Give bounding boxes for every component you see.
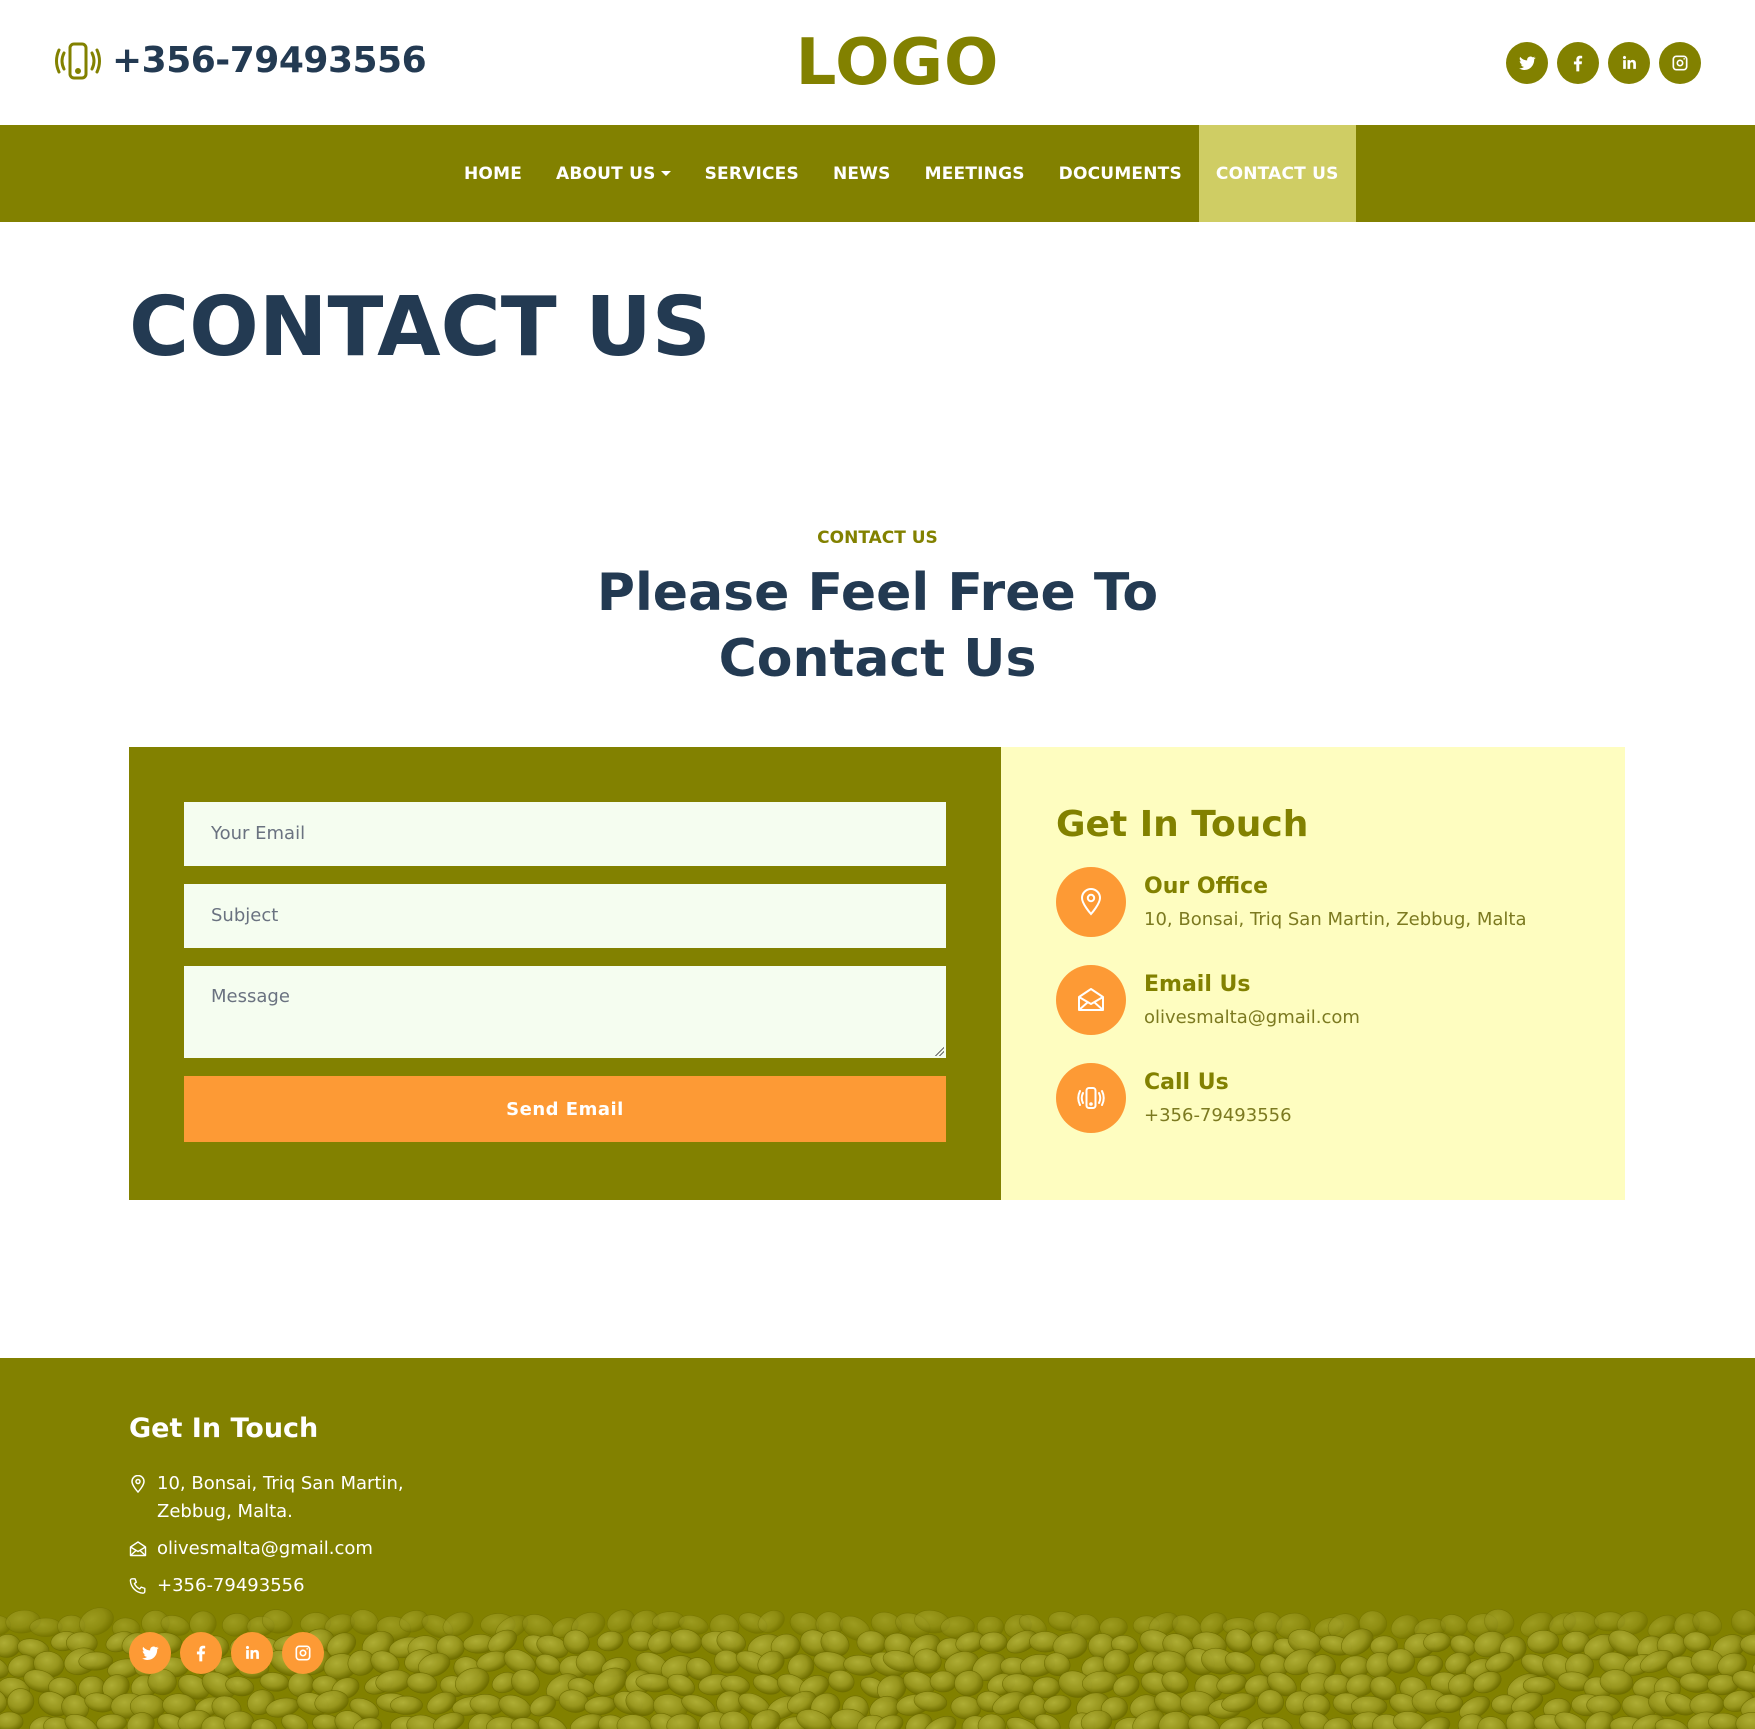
olive-shape	[977, 1713, 1006, 1729]
info-item-email: Email Us olivesmalta@gmail.com	[1056, 965, 1570, 1035]
footer-email-text: olivesmalta@gmail.com	[157, 1538, 373, 1559]
page-title: CONTACT US	[129, 280, 711, 375]
twitter-icon[interactable]	[1506, 42, 1548, 84]
nav-item-contact-us[interactable]: CONTACT US	[1198, 125, 1356, 222]
phone-vibrate-icon	[1056, 1063, 1126, 1133]
twitter-icon[interactable]	[129, 1632, 171, 1674]
section-title-line2: Contact Us	[718, 629, 1037, 689]
footer-address-line2: Zebbug, Malta.	[157, 1501, 293, 1522]
footer-email[interactable]: olivesmalta@gmail.com	[129, 1535, 373, 1563]
olive-shape	[584, 1696, 617, 1716]
resize-handle-icon[interactable]	[934, 1046, 944, 1056]
olive-shape	[390, 1695, 423, 1715]
header-social-links	[1506, 42, 1701, 84]
nav-item-news[interactable]: NEWS	[816, 125, 908, 222]
footer-address-line1: 10, Bonsai, Triq San Martin,	[157, 1473, 404, 1494]
footer-social-links	[129, 1632, 324, 1674]
footer: Get In Touch 10, Bonsai, Triq San Martin…	[0, 1358, 1755, 1729]
nav-item-services[interactable]: SERVICES	[688, 125, 816, 222]
subject-input[interactable]: Subject	[184, 884, 946, 948]
envelope-icon	[1056, 965, 1126, 1035]
phone-icon	[129, 1578, 146, 1594]
section-eyebrow: CONTACT US	[817, 528, 938, 548]
olive-shape	[929, 1670, 957, 1693]
nav-item-about-us-label: ABOUT US	[556, 163, 656, 184]
message-textarea[interactable]: Message	[184, 966, 946, 1058]
olive-shape	[979, 1631, 1008, 1653]
linkedin-icon[interactable]	[1608, 42, 1650, 84]
olive-shape	[1735, 1711, 1755, 1729]
facebook-icon[interactable]	[1557, 42, 1599, 84]
contact-info-title: Get In Touch	[1056, 804, 1309, 845]
caret-down-icon	[660, 171, 671, 176]
section-title: Please Feel Free To Contact Us	[0, 560, 1755, 692]
info-call-text[interactable]: +356-79493556	[1144, 1105, 1292, 1126]
linkedin-icon[interactable]	[231, 1632, 273, 1674]
info-email-heading: Email Us	[1144, 972, 1251, 997]
section-title-line1: Please Feel Free To	[596, 563, 1159, 623]
footer-title: Get In Touch	[129, 1413, 319, 1444]
info-item-call: Call Us +356-79493556	[1056, 1063, 1570, 1133]
olive-shape	[7, 1688, 35, 1715]
info-item-office: Our Office 10, Bonsai, Triq San Martin, …	[1056, 867, 1570, 937]
info-office-text: 10, Bonsai, Triq San Martin, Zebbug, Mal…	[1144, 909, 1527, 930]
contact-form: Your Email Subject Message Send Email	[129, 747, 1001, 1200]
map-pin-icon	[131, 1475, 145, 1493]
olive-shape	[1739, 1633, 1755, 1657]
info-email-text[interactable]: olivesmalta@gmail.com	[1144, 1007, 1360, 1028]
instagram-icon[interactable]	[282, 1632, 324, 1674]
olive-shape	[1261, 1716, 1293, 1729]
email-input[interactable]: Your Email	[184, 802, 946, 866]
info-office-heading: Our Office	[1144, 874, 1269, 899]
nav-item-about-us[interactable]: ABOUT US	[539, 125, 688, 222]
info-call-heading: Call Us	[1144, 1070, 1229, 1095]
message-placeholder: Message	[211, 986, 290, 1007]
nav-item-meetings[interactable]: MEETINGS	[908, 125, 1042, 222]
map-pin-icon	[1056, 867, 1126, 937]
send-email-button[interactable]: Send Email	[184, 1076, 946, 1142]
instagram-icon[interactable]	[1659, 42, 1701, 84]
site-logo[interactable]: LOGO	[0, 26, 1755, 100]
olive-shape	[250, 1718, 278, 1729]
nav-item-documents[interactable]: DOCUMENTS	[1042, 125, 1199, 222]
top-bar: +356-79493556 LOGO	[0, 0, 1755, 125]
footer-address: 10, Bonsai, Triq San Martin, Zebbug, Mal…	[129, 1470, 404, 1526]
footer-phone-text: +356-79493556	[157, 1575, 305, 1596]
footer-phone[interactable]: +356-79493556	[129, 1572, 305, 1600]
facebook-icon[interactable]	[180, 1632, 222, 1674]
contact-info: Get In Touch Our Office 10, Bonsai, Triq…	[1001, 747, 1625, 1200]
main-nav: HOME ABOUT US SERVICES NEWS MEETINGS DOC…	[0, 125, 1755, 222]
envelope-icon	[129, 1541, 147, 1557]
nav-list: HOME ABOUT US SERVICES NEWS MEETINGS DOC…	[447, 125, 1356, 222]
contact-section: Your Email Subject Message Send Email Ge…	[129, 747, 1625, 1200]
nav-item-home[interactable]: HOME	[447, 125, 539, 222]
